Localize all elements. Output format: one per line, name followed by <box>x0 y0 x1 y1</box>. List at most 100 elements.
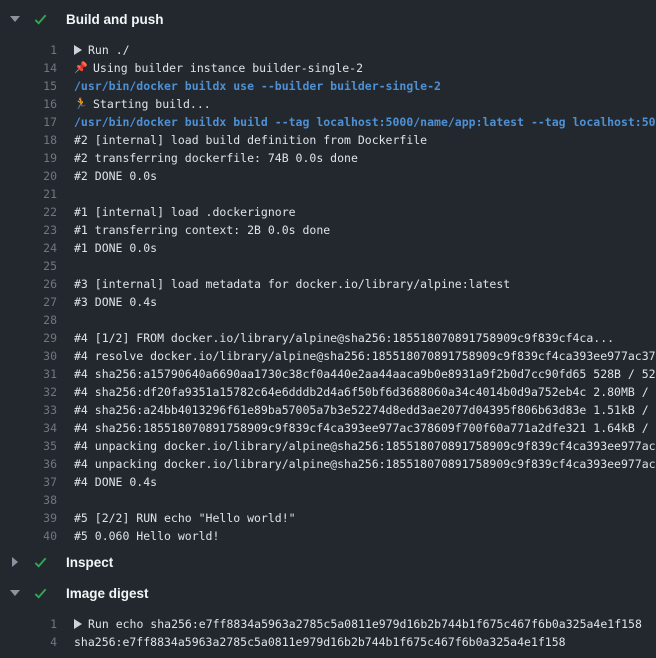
line-text: #3 [internal] load metadata for docker.i… <box>74 277 510 291</box>
log-line: 26 #3 [internal] load metadata for docke… <box>0 275 656 293</box>
success-check-icon <box>33 586 48 601</box>
log-line: 32 #4 sha256:df20fa9351a15782c64e6dddb2d… <box>0 383 656 401</box>
line-text: #4 sha256:df20fa9351a15782c64e6dddb2d4a6… <box>74 385 656 399</box>
line-content: Run echo sha256:e7ff8834a5963a2785c5a081… <box>74 617 642 631</box>
chevron-right-icon[interactable] <box>10 556 20 568</box>
line-number[interactable]: 26 <box>0 277 57 291</box>
chevron-down-icon[interactable] <box>10 13 20 25</box>
line-number[interactable]: 32 <box>0 385 57 399</box>
log-line: 40 #5 0.060 Hello world! <box>0 527 656 545</box>
log-section: Build and push 1 Run ./ 14 📌 Using builde… <box>0 8 656 545</box>
line-number[interactable]: 1 <box>0 43 57 57</box>
chevron-down-icon[interactable] <box>10 587 20 599</box>
section-header-build-and-push[interactable]: Build and push <box>0 8 656 30</box>
line-number[interactable]: 39 <box>0 511 57 525</box>
line-content: sha256:e7ff8834a5963a2785c5a0811e979d16b… <box>74 635 566 649</box>
line-number[interactable]: 38 <box>0 493 57 507</box>
line-text: #4 DONE 0.4s <box>74 475 157 489</box>
log-line: 34 #4 sha256:185518070891758909c9f839cf4… <box>0 419 656 437</box>
line-text: #3 DONE 0.4s <box>74 295 157 309</box>
section-header-inspect[interactable]: Inspect <box>0 551 656 573</box>
log-line: 33 #4 sha256:a24bb4013296f61e89ba57005a7… <box>0 401 656 419</box>
log-line: 28 <box>0 311 656 329</box>
line-content: #4 resolve docker.io/library/alpine@sha2… <box>74 349 656 363</box>
line-number[interactable]: 30 <box>0 349 57 363</box>
line-content: #4 DONE 0.4s <box>74 475 157 489</box>
log-line: 1 Run echo sha256:e7ff8834a5963a2785c5a0… <box>0 615 656 633</box>
log-line: 14 📌 Using builder instance builder-singl… <box>0 59 656 77</box>
line-number[interactable]: 16 <box>0 97 57 111</box>
pushpin-icon: 📌 <box>74 61 89 75</box>
log-line: 22 #1 [internal] load .dockerignore <box>0 203 656 221</box>
line-content: #3 [internal] load metadata for docker.i… <box>74 277 510 291</box>
line-content: /usr/bin/docker buildx use --builder bui… <box>74 79 441 93</box>
line-number[interactable]: 36 <box>0 457 57 471</box>
log-line: 19 #2 transferring dockerfile: 74B 0.0s … <box>0 149 656 167</box>
log-line: 38 <box>0 491 656 509</box>
line-text: #4 unpacking docker.io/library/alpine@sh… <box>74 439 656 453</box>
line-text: /usr/bin/docker buildx use --builder bui… <box>74 79 441 93</box>
log-line: 18 #2 [internal] load build definition f… <box>0 131 656 149</box>
section-lines: 1 Run ./ 14 📌 Using builder instance buil… <box>0 41 656 545</box>
line-content: #1 [internal] load .dockerignore <box>74 205 296 219</box>
line-content: #4 sha256:df20fa9351a15782c64e6dddb2d4a6… <box>74 385 656 399</box>
section-title: Inspect <box>66 555 113 570</box>
line-number[interactable]: 37 <box>0 475 57 489</box>
line-number[interactable]: 15 <box>0 79 57 93</box>
log-line: 31 #4 sha256:a15790640a6690aa1730c38cf0a… <box>0 365 656 383</box>
line-number[interactable]: 4 <box>0 635 57 649</box>
line-text: #5 0.060 Hello world! <box>74 529 219 543</box>
run-group-chevron-icon[interactable] <box>74 45 82 55</box>
section-lines: 1 Run echo sha256:e7ff8834a5963a2785c5a0… <box>0 615 656 651</box>
line-number[interactable]: 40 <box>0 529 57 543</box>
line-content: #2 [internal] load build definition from… <box>74 133 427 147</box>
line-number[interactable]: 34 <box>0 421 57 435</box>
line-number[interactable]: 21 <box>0 187 57 201</box>
run-group-chevron-icon[interactable] <box>74 619 82 629</box>
line-number[interactable]: 20 <box>0 169 57 183</box>
line-text: #4 sha256:a15790640a6690aa1730c38cf0a440… <box>74 367 656 381</box>
line-content: #2 DONE 0.0s <box>74 169 157 183</box>
line-text: Run echo sha256:e7ff8834a5963a2785c5a081… <box>88 617 642 631</box>
line-content: #4 [1/2] FROM docker.io/library/alpine@s… <box>74 331 614 345</box>
runner-icon: 🏃 <box>74 97 89 111</box>
line-content: 🏃 Starting build... <box>74 97 211 111</box>
line-number[interactable]: 28 <box>0 313 57 327</box>
success-check-icon <box>33 12 48 27</box>
success-check-icon <box>33 555 48 570</box>
line-content: Run ./ <box>74 43 130 57</box>
log-line: 35 #4 unpacking docker.io/library/alpine… <box>0 437 656 455</box>
log-line: 1 Run ./ <box>0 41 656 59</box>
log-line: 15 /usr/bin/docker buildx use --builder … <box>0 77 656 95</box>
line-text: Using builder instance builder-single-2 <box>93 61 363 75</box>
line-number[interactable]: 22 <box>0 205 57 219</box>
line-number[interactable]: 27 <box>0 295 57 309</box>
line-number[interactable]: 14 <box>0 61 57 75</box>
line-content: #1 DONE 0.0s <box>74 241 157 255</box>
line-content: #4 unpacking docker.io/library/alpine@sh… <box>74 439 656 453</box>
line-content: #4 sha256:a15790640a6690aa1730c38cf0a440… <box>74 367 656 381</box>
line-number[interactable]: 24 <box>0 241 57 255</box>
section-header-image-digest[interactable]: Image digest <box>0 582 656 604</box>
line-number[interactable]: 29 <box>0 331 57 345</box>
line-number[interactable]: 19 <box>0 151 57 165</box>
line-text: #2 DONE 0.0s <box>74 169 157 183</box>
log-line: 36 #4 unpacking docker.io/library/alpine… <box>0 455 656 473</box>
log-line: 24 #1 DONE 0.0s <box>0 239 656 257</box>
line-number[interactable]: 18 <box>0 133 57 147</box>
line-number[interactable]: 35 <box>0 439 57 453</box>
line-number[interactable]: 25 <box>0 259 57 273</box>
log-line: 25 <box>0 257 656 275</box>
log-line: 4 sha256:e7ff8834a5963a2785c5a0811e979d1… <box>0 633 656 651</box>
line-text: Starting build... <box>93 97 211 111</box>
line-number[interactable]: 17 <box>0 115 57 129</box>
line-number[interactable]: 33 <box>0 403 57 417</box>
line-number[interactable]: 1 <box>0 617 57 631</box>
line-number[interactable]: 23 <box>0 223 57 237</box>
line-text: #2 [internal] load build definition from… <box>74 133 427 147</box>
line-text: #4 resolve docker.io/library/alpine@sha2… <box>74 349 656 363</box>
line-number[interactable]: 31 <box>0 367 57 381</box>
line-text: #4 [1/2] FROM docker.io/library/alpine@s… <box>74 331 614 345</box>
log-line: 20 #2 DONE 0.0s <box>0 167 656 185</box>
line-content: #3 DONE 0.4s <box>74 295 157 309</box>
